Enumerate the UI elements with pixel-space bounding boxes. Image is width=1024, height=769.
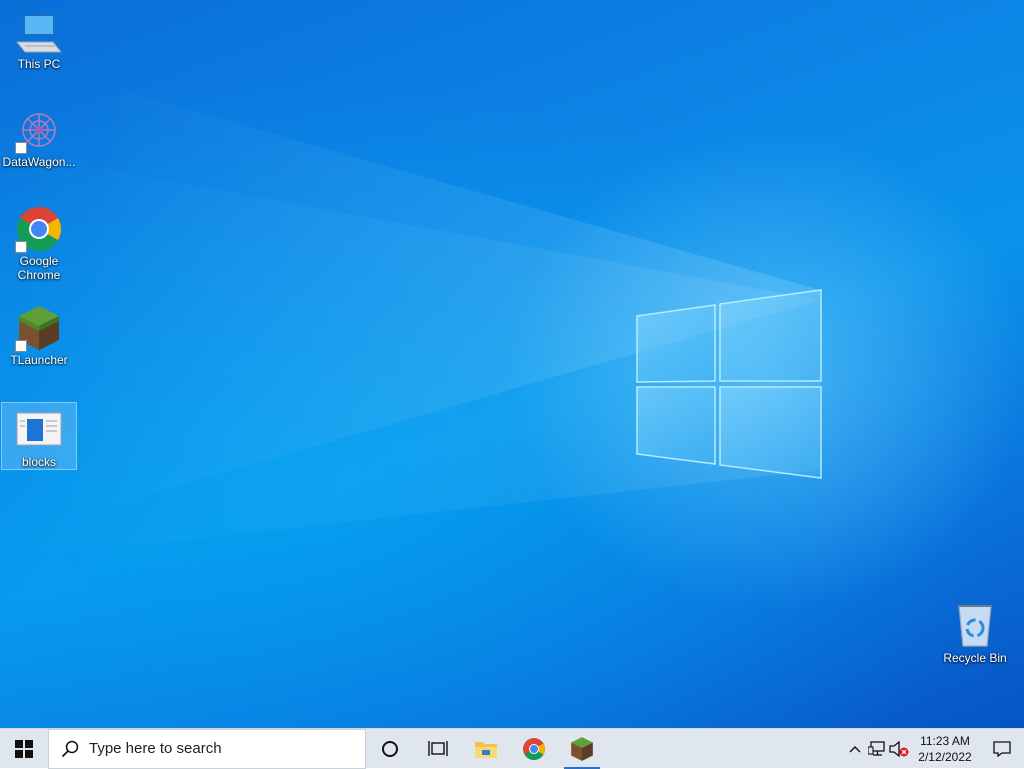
chevron-up-icon xyxy=(849,745,861,752)
chrome-taskbar-button[interactable] xyxy=(510,729,558,769)
desktop-icon-google-chrome[interactable]: Google Chrome xyxy=(1,205,77,282)
desktop-icon-label: blocks xyxy=(21,455,56,469)
folder-icon xyxy=(475,741,497,758)
computer-icon xyxy=(15,8,63,56)
desktop-icon-blocks[interactable]: blocks xyxy=(1,402,77,470)
desktop-icon-label: TLauncher xyxy=(10,353,68,367)
circle-icon xyxy=(382,740,398,757)
recycle-bin-icon xyxy=(951,602,999,650)
clock-date: 2/12/2022 xyxy=(918,749,972,764)
action-center-button[interactable] xyxy=(980,729,1024,769)
file-explorer-button[interactable] xyxy=(462,729,510,769)
minecraft-grass-block-icon xyxy=(571,736,593,761)
tlauncher-taskbar-button[interactable] xyxy=(558,729,606,769)
clock-time: 11:23 AM xyxy=(920,733,970,748)
task-view-icon xyxy=(428,740,448,756)
clock[interactable]: 11:23 AM 2/12/2022 xyxy=(910,729,980,769)
desktop-wallpaper: This PC DataWagon... Google Chrome TLaun… xyxy=(0,0,1024,728)
show-hidden-icons-button[interactable] xyxy=(844,729,866,769)
desktop-icon-label: Google Chrome xyxy=(17,254,61,282)
minecraft-grass-block-icon xyxy=(15,304,63,352)
task-view-button[interactable] xyxy=(414,729,462,769)
network-icon xyxy=(868,740,885,756)
volume-button[interactable] xyxy=(888,729,910,769)
shortcut-arrow-icon xyxy=(15,142,27,154)
desktop-icon-datawagon[interactable]: DataWagon... xyxy=(1,106,77,169)
taskbar-search-box[interactable]: Type here to search xyxy=(48,728,366,769)
datawagon-icon xyxy=(15,106,63,154)
desktop-icon-tlauncher[interactable]: TLauncher xyxy=(1,304,77,367)
desktop-icon-label: This PC xyxy=(17,57,61,71)
document-icon xyxy=(15,409,63,454)
desktop-icon-this-pc[interactable]: This PC xyxy=(1,8,77,71)
cortana-button[interactable] xyxy=(366,729,414,769)
search-icon xyxy=(61,740,79,757)
taskbar: Type here to search 11:23 AM 2/12/2022 xyxy=(0,728,1024,769)
desktop-icon-label: Recycle Bin xyxy=(943,651,1007,665)
chrome-icon xyxy=(15,205,63,253)
desktop-icon-label: DataWagon... xyxy=(2,155,76,169)
shortcut-arrow-icon xyxy=(15,340,27,352)
volume-muted-icon xyxy=(889,740,909,757)
windows-logo-icon xyxy=(15,739,33,758)
chrome-icon xyxy=(523,737,545,760)
shortcut-arrow-icon xyxy=(15,241,27,253)
system-tray: 11:23 AM 2/12/2022 xyxy=(844,729,1024,769)
search-placeholder: Type here to search xyxy=(89,740,222,757)
start-button[interactable] xyxy=(0,729,48,769)
network-button[interactable] xyxy=(866,729,888,769)
windows-wallpaper-logo xyxy=(0,90,822,560)
notification-icon xyxy=(993,740,1011,757)
desktop-icon-recycle-bin[interactable]: Recycle Bin xyxy=(937,602,1013,665)
